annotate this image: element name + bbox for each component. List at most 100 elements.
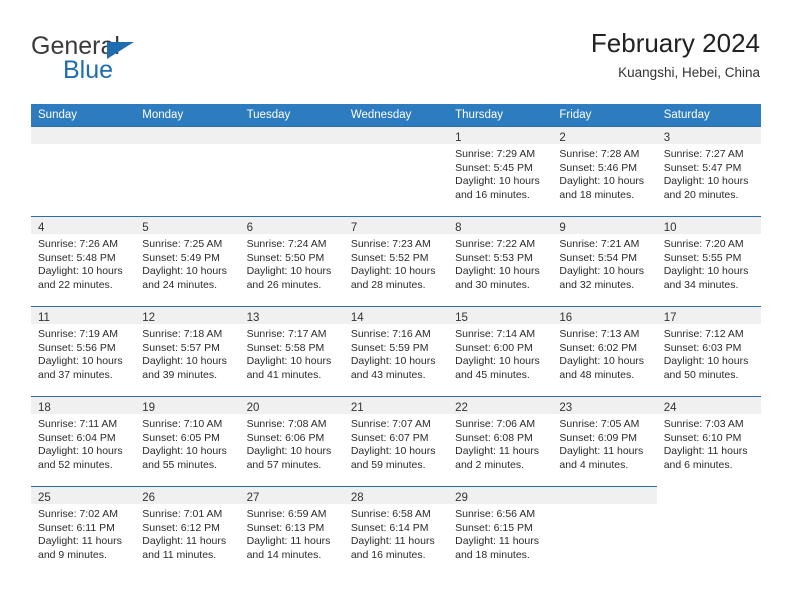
day-sunrise-line: Sunrise: 7:17 AM	[246, 328, 327, 340]
calendar-cell-day[interactable]: 5 Sunrise: 7:25 AM Sunset: 5:49 PM Daylight…	[135, 216, 240, 306]
day-daylight-line: Daylight: 11 hours	[38, 535, 122, 548]
day-number: 7	[350, 222, 358, 234]
calendar-cell-day[interactable]: 19 Sunrise: 7:10 AM Sunset: 6:05 PM Dayligh…	[135, 396, 240, 486]
calendar-cell-inner: 10 Sunrise: 7:20 AM Sunset: 5:55 PM Dayligh…	[656, 216, 761, 307]
weekday-header-wednesday: Wednesday	[343, 104, 449, 126]
day-sunrise-line: Sunrise: 6:59 AM	[246, 508, 327, 520]
day-daylight-line: and 22 minutes.	[38, 278, 113, 291]
day-sunset-line: Sunset: 5:59 PM	[350, 341, 429, 354]
day-number-band: 6	[239, 217, 344, 234]
calendar-cell-day[interactable]: 20 Sunrise: 7:08 AM Sunset: 6:06 PM Dayligh…	[239, 396, 344, 486]
day-sunrise-line: Sunrise: 7:07 AM	[350, 418, 431, 430]
day-sunset-line: Sunset: 6:15 PM	[455, 521, 533, 534]
calendar-cell-day[interactable]: 7 Sunrise: 7:23 AM Sunset: 5:52 PM Daylight…	[343, 216, 449, 306]
calendar-week-row: 4 Sunrise: 7:26 AM Sunset: 5:48 PM Daylight…	[31, 216, 761, 306]
calendar-cell-day[interactable]: 29 Sunrise: 6:56 AM Sunset: 6:15 PM Dayligh…	[448, 486, 553, 575]
day-sunrise-line: Sunrise: 7:20 AM	[663, 238, 744, 250]
day-number-band: 21	[343, 397, 449, 414]
calendar-cell-day[interactable]: 24 Sunrise: 7:03 AM Sunset: 6:10 PM Dayligh…	[656, 396, 761, 487]
day-number-band	[552, 487, 657, 504]
calendar-cell-day[interactable]: 22 Sunrise: 7:06 AM Sunset: 6:08 PM Dayligh…	[448, 396, 553, 487]
calendar-cell-inner: 8 Sunrise: 7:22 AM Sunset: 5:53 PM Daylight…	[448, 216, 553, 307]
calendar-cell-day[interactable]: 17 Sunrise: 7:12 AM Sunset: 6:03 PM Dayligh…	[656, 306, 761, 396]
calendar-cell-day[interactable]: 9 Sunrise: 7:21 AM Sunset: 5:54 PM Daylight…	[552, 216, 657, 306]
day-sunset-line: Sunset: 6:05 PM	[142, 431, 220, 444]
day-sunrise-line: Sunrise: 7:21 AM	[559, 238, 640, 250]
day-detail: Sunrise: 7:25 AM Sunset: 5:49 PM Daylight:…	[135, 234, 239, 292]
day-sunset-line: Sunset: 6:11 PM	[38, 521, 115, 534]
day-detail: Sunrise: 7:20 AM Sunset: 5:55 PM Daylight:…	[657, 234, 761, 292]
day-number: 26	[142, 492, 156, 504]
logo-text-blue: Blue	[63, 56, 114, 84]
calendar-cell-day[interactable]: 14 Sunrise: 7:16 AM Sunset: 5:59 PM Dayligh…	[343, 306, 449, 396]
calendar-cell-day[interactable]: 15 Sunrise: 7:14 AM Sunset: 6:00 PM Dayligh…	[448, 306, 553, 396]
title-block: February 2024 Kuangshi, Hebei, China	[591, 28, 760, 80]
day-daylight-line: Daylight: 10 hours	[559, 355, 645, 368]
day-daylight-line: Daylight: 10 hours	[246, 355, 332, 368]
day-number-band: 7	[343, 217, 449, 234]
day-number: 21	[350, 402, 364, 414]
calendar-cell-day[interactable]: 18 Sunrise: 7:11 AM Sunset: 6:04 PM Dayligh…	[31, 396, 136, 487]
calendar-cell-day[interactable]: 25 Sunrise: 7:02 AM Sunset: 6:11 PM Dayligh…	[31, 486, 136, 575]
calendar-cell-day[interactable]: 21 Sunrise: 7:07 AM Sunset: 6:07 PM Dayligh…	[343, 396, 449, 487]
day-daylight-line: and 52 minutes.	[38, 458, 113, 471]
calendar-cell-day[interactable]: 12 Sunrise: 7:18 AM Sunset: 5:57 PM Dayligh…	[135, 306, 240, 396]
calendar-cell-day[interactable]: 13 Sunrise: 7:17 AM Sunset: 5:58 PM Dayligh…	[239, 306, 344, 396]
day-daylight-line: Daylight: 10 hours	[246, 445, 332, 458]
day-daylight-line: Daylight: 10 hours	[350, 445, 436, 458]
day-number-band: 29	[448, 487, 553, 504]
calendar-cell-inner: 28 Sunrise: 6:58 AM Sunset: 6:14 PM Dayligh…	[343, 486, 449, 575]
day-detail: Sunrise: 7:13 AM Sunset: 6:02 PM Daylight:…	[552, 324, 656, 382]
day-sunset-line: Sunset: 6:02 PM	[559, 341, 638, 354]
calendar-cell-day[interactable]: 4 Sunrise: 7:26 AM Sunset: 5:48 PM Daylight…	[31, 216, 136, 306]
calendar-cell-inner: 24 Sunrise: 7:03 AM Sunset: 6:10 PM Dayligh…	[656, 396, 761, 487]
day-daylight-line: Daylight: 10 hours	[663, 265, 749, 278]
calendar-cell-inner: 22 Sunrise: 7:06 AM Sunset: 6:08 PM Dayligh…	[448, 396, 553, 487]
day-sunset-line: Sunset: 6:10 PM	[663, 431, 742, 444]
weekday-header-row: Sunday Monday Tuesday Wednesday Thursday…	[31, 104, 761, 126]
day-number: 20	[246, 402, 260, 414]
calendar-cell-inner: 25 Sunrise: 7:02 AM Sunset: 6:11 PM Dayligh…	[31, 486, 136, 575]
calendar-cell-inner: 16 Sunrise: 7:13 AM Sunset: 6:02 PM Dayligh…	[552, 306, 657, 397]
day-detail: Sunrise: 7:11 AM Sunset: 6:04 PM Daylight:…	[31, 414, 135, 472]
day-number-band: 8	[448, 217, 553, 234]
day-daylight-line: and 2 minutes.	[455, 458, 525, 471]
calendar-cell-inner: 29 Sunrise: 6:56 AM Sunset: 6:15 PM Dayligh…	[448, 486, 553, 575]
day-sunrise-line: Sunrise: 7:05 AM	[559, 418, 640, 430]
calendar-grid: Sunday Monday Tuesday Wednesday Thursday…	[31, 104, 761, 574]
day-number-band: 22	[448, 397, 553, 414]
day-daylight-line: Daylight: 10 hours	[559, 265, 645, 278]
calendar-cell-inner: 21 Sunrise: 7:07 AM Sunset: 6:07 PM Dayligh…	[343, 396, 449, 487]
day-sunset-line: Sunset: 5:57 PM	[142, 341, 220, 354]
calendar-cell-day[interactable]: 26 Sunrise: 7:01 AM Sunset: 6:12 PM Dayligh…	[135, 486, 240, 575]
calendar-cell-day[interactable]: 11 Sunrise: 7:19 AM Sunset: 5:56 PM Dayligh…	[31, 306, 136, 396]
day-number-band: 3	[656, 127, 761, 144]
calendar-cell-inner	[239, 126, 344, 217]
calendar-cell-day[interactable]: 3 Sunrise: 7:27 AM Sunset: 5:47 PM Daylight…	[656, 126, 761, 216]
calendar-page: General Blue February 2024 Kuangshi, Heb…	[0, 0, 792, 612]
calendar-cell-day[interactable]: 1 Sunrise: 7:29 AM Sunset: 5:45 PM Daylight…	[448, 126, 553, 216]
calendar-cell-inner: 18 Sunrise: 7:11 AM Sunset: 6:04 PM Dayligh…	[31, 396, 136, 487]
calendar-cell-empty	[31, 126, 136, 216]
day-daylight-line: and 37 minutes.	[38, 368, 113, 381]
calendar-cell-day[interactable]: 23 Sunrise: 7:05 AM Sunset: 6:09 PM Dayligh…	[552, 396, 657, 486]
weekday-header-sunday: Sunday	[31, 104, 136, 126]
calendar-cell-day[interactable]: 16 Sunrise: 7:13 AM Sunset: 6:02 PM Dayligh…	[552, 306, 657, 397]
calendar-cell-day[interactable]: 27 Sunrise: 6:59 AM Sunset: 6:13 PM Dayligh…	[239, 486, 344, 574]
calendar-cell-day[interactable]: 2 Sunrise: 7:28 AM Sunset: 5:46 PM Daylight…	[552, 126, 657, 216]
day-sunset-line: Sunset: 5:54 PM	[559, 251, 638, 264]
day-number: 27	[246, 492, 260, 504]
day-sunrise-line: Sunrise: 7:28 AM	[559, 148, 640, 160]
day-sunset-line: Sunset: 6:14 PM	[350, 521, 429, 534]
day-number-band	[135, 127, 240, 144]
calendar-cell-day[interactable]: 28 Sunrise: 6:58 AM Sunset: 6:14 PM Dayligh…	[343, 486, 449, 575]
day-sunset-line: Sunset: 6:13 PM	[246, 521, 325, 534]
day-sunrise-line: Sunrise: 7:26 AM	[38, 238, 118, 250]
calendar-cell-inner: 26 Sunrise: 7:01 AM Sunset: 6:12 PM Dayligh…	[135, 486, 240, 575]
day-daylight-line: Daylight: 11 hours	[142, 535, 227, 548]
calendar-cell-day[interactable]: 10 Sunrise: 7:20 AM Sunset: 5:55 PM Dayligh…	[656, 216, 761, 307]
calendar-cell-empty	[343, 126, 449, 216]
calendar-cell-day[interactable]: 8 Sunrise: 7:22 AM Sunset: 5:53 PM Daylight…	[448, 216, 553, 307]
calendar-cell-day[interactable]: 6 Sunrise: 7:24 AM Sunset: 5:50 PM Daylight…	[239, 216, 344, 306]
day-number-band: 23	[552, 397, 657, 414]
